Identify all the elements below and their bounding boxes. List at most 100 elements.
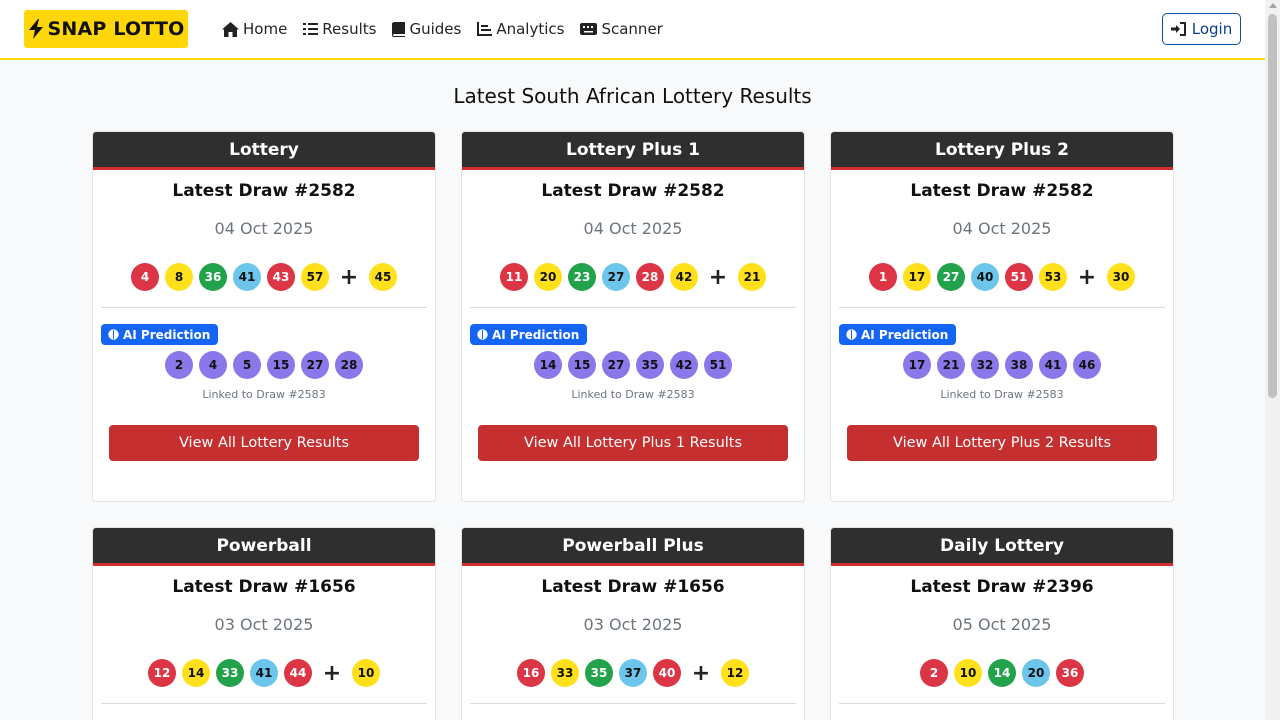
- plus-icon: +: [1077, 264, 1097, 290]
- number-ball: 51: [1005, 263, 1033, 291]
- number-ball: 33: [216, 659, 244, 687]
- draw-number: Latest Draw #1656: [541, 577, 725, 597]
- bonus-ball: 12: [721, 659, 749, 687]
- predicted-ball: 32: [971, 351, 999, 379]
- winning-numbers: 11 20 23 27 28 42 +21: [462, 263, 804, 291]
- result-card: Lottery Plus 2 Latest Draw #2582 04 Oct 20…: [830, 131, 1174, 502]
- predicted-ball: 4: [199, 351, 227, 379]
- predicted-ball: 14: [534, 351, 562, 379]
- winning-numbers: 16 33 35 37 40 +12: [462, 659, 804, 687]
- number-ball: 53: [1039, 263, 1067, 291]
- page-title: Latest South African Lottery Results: [453, 84, 812, 108]
- nav-guides[interactable]: Guides: [392, 20, 461, 38]
- number-ball: 10: [954, 659, 982, 687]
- draw-date: 04 Oct 2025: [583, 219, 683, 238]
- predicted-numbers: 17 21 32 38 41 46: [831, 351, 1173, 379]
- nav-guides-label: Guides: [409, 20, 462, 38]
- number-ball: 20: [534, 263, 562, 291]
- brand-logo[interactable]: SNAP LOTTO: [24, 10, 188, 48]
- predicted-ball: 15: [267, 351, 295, 379]
- card-header: Lottery Plus 2: [831, 132, 1173, 170]
- linked-draw: Linked to Draw #2583: [571, 388, 695, 401]
- bonus-ball: 30: [1107, 263, 1135, 291]
- card-header: Lottery Plus 1: [462, 132, 804, 170]
- predicted-ball: 38: [1005, 351, 1033, 379]
- number-ball: 40: [653, 659, 681, 687]
- number-ball: 8: [165, 263, 193, 291]
- number-ball: 44: [284, 659, 312, 687]
- main-nav: Home Results Guides Analytics Scanner: [222, 0, 663, 58]
- book-icon: [392, 21, 406, 37]
- plus-icon: +: [322, 660, 342, 686]
- card-title: Lottery: [229, 139, 299, 160]
- nav-home-label: Home: [243, 20, 288, 38]
- number-ball: 20: [1022, 659, 1050, 687]
- scroll-thumb[interactable]: [1268, 14, 1277, 398]
- number-ball: 12: [148, 659, 176, 687]
- predicted-ball: 28: [335, 351, 363, 379]
- number-ball: 2: [920, 659, 948, 687]
- scrollbar[interactable]: [1265, 0, 1280, 720]
- predicted-ball: 41: [1039, 351, 1067, 379]
- predicted-ball: 51: [704, 351, 732, 379]
- winning-numbers: 1 17 27 40 51 53 +30: [831, 263, 1173, 291]
- nav-analytics-label: Analytics: [496, 20, 565, 38]
- ai-prediction-label: AI Prediction: [123, 327, 211, 342]
- nav-scanner[interactable]: Scanner: [580, 20, 663, 38]
- nav-results-label: Results: [322, 20, 377, 38]
- winning-numbers: 12 14 33 41 44 +10: [93, 659, 435, 687]
- card-title: Powerball Plus: [562, 535, 704, 556]
- login-button[interactable]: Login: [1162, 13, 1241, 45]
- bonus-ball: 45: [369, 263, 397, 291]
- view-all-results-label: View All Lottery Results: [178, 435, 350, 451]
- result-card: Lottery Latest Draw #2582 04 Oct 2025 4 8 36 4…: [92, 131, 436, 502]
- number-ball: 16: [517, 659, 545, 687]
- number-ball: 40: [971, 263, 999, 291]
- nav-home[interactable]: Home: [222, 20, 287, 38]
- brain-icon: [846, 329, 857, 340]
- ai-prediction-badge: AI Prediction: [839, 324, 957, 345]
- sign-in-icon: [1170, 22, 1186, 36]
- bonus-ball: 21: [738, 263, 766, 291]
- number-ball: 35: [585, 659, 613, 687]
- divider: [101, 703, 427, 704]
- card-title: Daily Lottery: [940, 535, 1064, 556]
- draw-date: 05 Oct 2025: [952, 615, 1052, 634]
- view-all-results-button[interactable]: View All Lottery Results: [109, 425, 419, 461]
- result-card: Powerball Plus Latest Draw #1656 03 Oct 20…: [461, 527, 805, 720]
- divider: [470, 307, 796, 308]
- draw-number: Latest Draw #1656: [172, 577, 356, 597]
- plus-icon: +: [708, 264, 728, 290]
- card-header: Powerball Plus: [462, 528, 804, 566]
- divider: [101, 307, 427, 308]
- card-header: Lottery: [93, 132, 435, 170]
- number-ball: 36: [1056, 659, 1084, 687]
- number-ball: 42: [670, 263, 698, 291]
- ai-prediction-label: AI Prediction: [861, 327, 949, 342]
- number-ball: 27: [937, 263, 965, 291]
- nav-analytics[interactable]: Analytics: [477, 20, 564, 38]
- view-all-results-button[interactable]: View All Lottery Plus 2 Results: [847, 425, 1157, 461]
- predicted-ball: 21: [937, 351, 965, 379]
- predicted-numbers: 2 4 5 15 27 28: [93, 351, 435, 379]
- brain-icon: [477, 329, 488, 340]
- number-ball: 37: [619, 659, 647, 687]
- card-title: Powerball: [216, 535, 312, 556]
- nav-results[interactable]: Results: [303, 20, 376, 38]
- view-all-results-label: View All Lottery Plus 1 Results: [523, 435, 743, 451]
- ai-prediction-badge: AI Prediction: [101, 324, 219, 345]
- scroll-up-arrow-icon[interactable]: [1269, 3, 1277, 8]
- number-ball: 57: [301, 263, 329, 291]
- predicted-ball: 27: [301, 351, 329, 379]
- divider: [839, 703, 1165, 704]
- view-all-results-button[interactable]: View All Lottery Plus 1 Results: [478, 425, 788, 461]
- login-label: Login: [1191, 20, 1233, 38]
- number-ball: 28: [636, 263, 664, 291]
- predicted-ball: 5: [233, 351, 261, 379]
- draw-date: 04 Oct 2025: [952, 219, 1052, 238]
- brand-name: SNAP LOTTO: [47, 18, 185, 40]
- predicted-ball: 2: [165, 351, 193, 379]
- draw-date: 03 Oct 2025: [214, 615, 314, 634]
- predicted-ball: 17: [903, 351, 931, 379]
- card-title: Lottery Plus 2: [935, 139, 1069, 160]
